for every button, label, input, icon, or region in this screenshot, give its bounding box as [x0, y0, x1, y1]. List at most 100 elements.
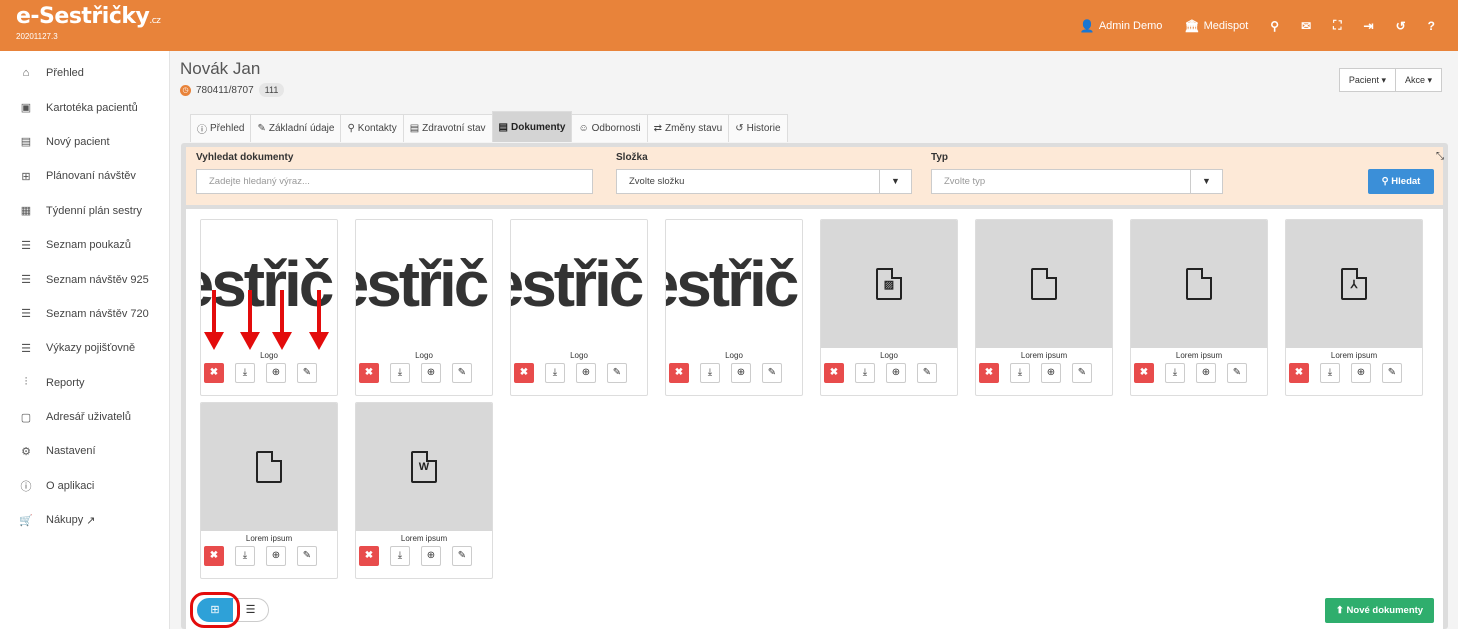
delete-button[interactable]: ✖ — [359, 546, 379, 566]
sidebar-item-user-directory[interactable]: ▢ Adresář uživatelů — [0, 400, 169, 434]
sidebar-item-settings[interactable]: ⚙ Nastavení — [0, 434, 169, 468]
download-button[interactable]: ⤓ — [235, 363, 255, 383]
sidebar-item-overview[interactable]: ⌂ Přehled — [0, 56, 169, 90]
preview-button[interactable]: ⊕ — [421, 363, 441, 383]
fullscreen-button[interactable]: ⛶ — [1324, 11, 1350, 41]
edit-button[interactable]: ✎ — [1072, 363, 1092, 383]
preview-button[interactable]: ⊕ — [1196, 363, 1216, 383]
brand[interactable]: e-Sestřičky.cz 20201127.3 — [0, 0, 170, 51]
sidebar-item-purchases[interactable]: 🛒 Nákupy ↗ — [0, 503, 169, 537]
help-button[interactable]: ? — [1419, 11, 1444, 41]
delete-button[interactable]: ✖ — [204, 363, 224, 383]
edit-icon: ✎ — [612, 367, 622, 378]
sidebar-item-patient-records[interactable]: ▣ Kartotéka pacientů — [0, 90, 169, 124]
document-thumbnail[interactable]: ⅄ — [1286, 220, 1422, 348]
document-thumbnail[interactable]: W — [356, 403, 492, 531]
preview-button[interactable]: ⊕ — [266, 363, 286, 383]
edit-button[interactable]: ✎ — [297, 363, 317, 383]
download-icon: ⤓ — [1172, 367, 1178, 378]
user-menu[interactable]: 👤 Admin Demo — [1071, 11, 1172, 41]
sidebar-item-visit-planning[interactable]: ⊞ Plánovaní návštěv — [0, 159, 169, 193]
tab-basic-info[interactable]: ✎ Základní údaje — [250, 114, 342, 142]
close-icon: ✖ — [364, 550, 374, 561]
document-thumbnail[interactable]: estřič — [666, 220, 802, 348]
download-button[interactable]: ⤓ — [1010, 363, 1030, 383]
organization-menu[interactable]: 🏛 Medispot — [1175, 11, 1257, 41]
tab-overview[interactable]: ⓘ Přehled — [190, 114, 252, 142]
search-input[interactable]: Zadejte hledaný výraz... — [196, 169, 593, 194]
download-button[interactable]: ⤓ — [390, 546, 410, 566]
tab-history[interactable]: ↺ Historie — [728, 114, 788, 142]
messages-button[interactable]: ✉ — [1292, 11, 1320, 41]
edit-button[interactable]: ✎ — [762, 363, 782, 383]
download-button[interactable]: ⤓ — [855, 363, 875, 383]
edit-button[interactable]: ✎ — [1227, 363, 1247, 383]
sidebar-item-insurance-reports[interactable]: ☰ Výkazy pojišťovně — [0, 331, 169, 365]
collapse-icon[interactable]: ⤡ — [1436, 151, 1444, 162]
document-actions: ✖ ⤓ ⊕ ✎ — [1131, 363, 1267, 383]
edit-button[interactable]: ✎ — [452, 363, 472, 383]
search-button[interactable]: ⚲ — [1261, 11, 1288, 41]
sidebar-item-new-patient[interactable]: ▤ Nový pacient — [0, 125, 169, 159]
new-documents-label: Nové dokumenty — [1346, 605, 1424, 616]
zoom-icon: ⊕ — [1201, 367, 1211, 378]
tab-contacts[interactable]: ⚲ Kontakty — [340, 114, 404, 142]
sidebar-item-reports[interactable]: ⫶ Reporty — [0, 366, 169, 400]
document-thumbnail[interactable] — [976, 220, 1112, 348]
download-button[interactable]: ⤓ — [390, 363, 410, 383]
delete-button[interactable]: ✖ — [359, 363, 379, 383]
sidebar-item-about[interactable]: ⓘ O aplikaci — [0, 469, 169, 503]
history-button[interactable]: ↺ — [1387, 11, 1415, 41]
patient-dropdown[interactable]: Pacient ▾ — [1338, 68, 1396, 92]
download-button[interactable]: ⤓ — [1165, 363, 1185, 383]
folder-select[interactable]: Zvolte složku ▼ — [616, 169, 912, 194]
edit-button[interactable]: ✎ — [297, 546, 317, 566]
edit-button[interactable]: ✎ — [452, 546, 472, 566]
gears-icon: ⚙ — [21, 445, 31, 458]
download-button[interactable]: ⤓ — [700, 363, 720, 383]
download-button[interactable]: ⤓ — [1320, 363, 1340, 383]
preview-button[interactable]: ⊕ — [421, 546, 441, 566]
preview-button[interactable]: ⊕ — [1351, 363, 1371, 383]
tab-specialties[interactable]: ☺ Odbornosti — [571, 114, 648, 142]
delete-button[interactable]: ✖ — [514, 363, 534, 383]
sidebar-item-referrals[interactable]: ☰ Seznam poukazů — [0, 228, 169, 262]
document-thumbnail[interactable] — [201, 403, 337, 531]
document-thumbnail[interactable] — [1131, 220, 1267, 348]
document-thumbnail[interactable]: estřič — [356, 220, 492, 348]
sidebar-item-visits-720[interactable]: ☰ Seznam návštěv 720 — [0, 297, 169, 331]
delete-button[interactable]: ✖ — [204, 546, 224, 566]
delete-button[interactable]: ✖ — [669, 363, 689, 383]
download-button[interactable]: ⤓ — [235, 546, 255, 566]
preview-button[interactable]: ⊕ — [1041, 363, 1061, 383]
preview-button[interactable]: ⊕ — [576, 363, 596, 383]
edit-button[interactable]: ✎ — [607, 363, 627, 383]
new-documents-button[interactable]: ⬆ Nové dokumenty — [1325, 598, 1434, 623]
preview-button[interactable]: ⊕ — [886, 363, 906, 383]
document-caption: Lorem ipsum — [1175, 351, 1223, 360]
logout-button[interactable]: ⇥ — [1355, 11, 1383, 41]
sidebar-item-weekly-plan[interactable]: ▦ Týdenní plán sestry — [0, 194, 169, 228]
tab-status-changes[interactable]: ⇄ Změny stavu — [646, 114, 730, 142]
type-value: Zvolte typ — [944, 176, 986, 187]
document-thumbnail[interactable]: ▨ — [821, 220, 957, 348]
preview-button[interactable]: ⊕ — [731, 363, 751, 383]
edit-button[interactable]: ✎ — [1382, 363, 1402, 383]
edit-icon: ✎ — [1232, 367, 1242, 378]
tab-health-status[interactable]: ▤ Zdravotní stav — [402, 114, 493, 142]
delete-button[interactable]: ✖ — [979, 363, 999, 383]
sidebar-item-visits-925[interactable]: ☰ Seznam návštěv 925 — [0, 262, 169, 296]
actions-dropdown[interactable]: Akce ▾ — [1395, 68, 1442, 92]
tab-label: Historie — [746, 123, 781, 134]
delete-button[interactable]: ✖ — [1289, 363, 1309, 383]
document-thumbnail[interactable]: estřič — [511, 220, 647, 348]
top-bar: e-Sestřičky.cz 20201127.3 👤 Admin Demo 🏛 M… — [0, 0, 1458, 51]
search-submit-button[interactable]: ⚲ Hledat — [1368, 169, 1434, 194]
tab-documents[interactable]: ▤ Dokumenty — [491, 111, 573, 142]
type-select[interactable]: Zvolte typ ▼ — [931, 169, 1223, 194]
download-button[interactable]: ⤓ — [545, 363, 565, 383]
delete-button[interactable]: ✖ — [824, 363, 844, 383]
delete-button[interactable]: ✖ — [1134, 363, 1154, 383]
preview-button[interactable]: ⊕ — [266, 546, 286, 566]
edit-button[interactable]: ✎ — [917, 363, 937, 383]
